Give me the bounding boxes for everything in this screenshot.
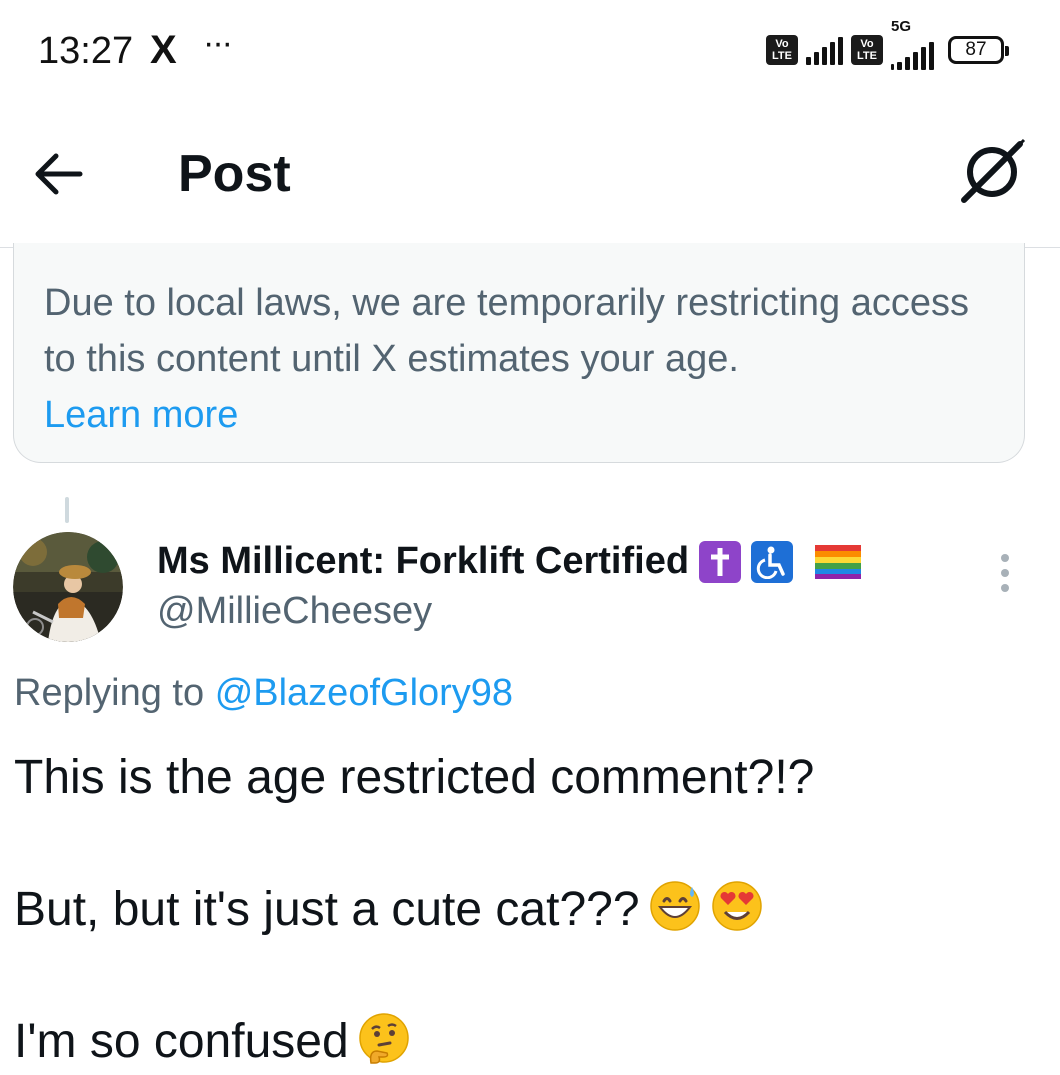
post-line-1: This is the age restricted comment?!?	[14, 751, 815, 804]
post-line-2-text: But, but it's just a cute cat???	[14, 883, 640, 936]
x-app-icon: X	[150, 28, 177, 72]
thinking-face-emoji	[358, 1013, 409, 1064]
avatar[interactable]	[13, 532, 123, 642]
battery-icon: 87	[948, 36, 1009, 64]
author-name-row: Ms Millicent: Forklift Certified	[157, 540, 862, 583]
grinning-face-with-sweat-emoji	[649, 881, 700, 931]
post-line-3: I'm so confused	[14, 1009, 1044, 1075]
wheelchair-symbol-emoji	[751, 540, 794, 583]
status-bar: 13:27 X ··· Vo LTE Vo LTE 5G 87	[0, 0, 1060, 100]
grok-icon[interactable]	[958, 138, 1026, 206]
latin-cross-emoji	[699, 540, 742, 583]
volte-icon: Vo LTE	[766, 35, 798, 65]
page-title: Post	[178, 145, 291, 203]
volte-icon-2: Vo LTE	[851, 35, 883, 65]
age-restriction-notice: Due to local laws, we are temporarily re…	[13, 243, 1025, 463]
more-options-icon[interactable]	[992, 554, 1018, 594]
replying-to-line: Replying to @BlazeofGlory98	[14, 672, 513, 715]
battery-level: 87	[965, 39, 987, 60]
mention-link[interactable]: @BlazeofGlory98	[215, 672, 513, 714]
post-header: Post	[0, 100, 1060, 248]
display-name[interactable]: Ms Millicent: Forklift Certified	[157, 540, 689, 583]
signal-5g-icon: 5G	[891, 18, 934, 70]
notification-overflow-icon: ···	[203, 24, 233, 62]
thread-connector-line	[65, 497, 69, 523]
post-line-3-text: I'm so confused	[14, 1015, 349, 1068]
replying-prefix: Replying to	[14, 672, 205, 714]
learn-more-link[interactable]: Learn more	[44, 387, 994, 443]
arrow-left-icon[interactable]	[30, 148, 86, 200]
status-indicators: Vo LTE Vo LTE 5G 87	[766, 18, 1009, 70]
rainbow-flag-emoji	[815, 544, 862, 579]
notice-text: Due to local laws, we are temporarily re…	[44, 282, 970, 380]
network-type: 5G	[891, 18, 912, 35]
user-handle[interactable]: @MillieCheesey	[157, 590, 432, 633]
smiling-face-with-heart-eyes-emoji	[711, 881, 762, 931]
signal-strength-icon	[806, 35, 843, 65]
status-time: 13:27	[38, 30, 134, 72]
post-line-2: But, but it's just a cute cat???	[14, 877, 1044, 943]
post-body: This is the age restricted comment?!? Bu…	[14, 745, 1044, 1075]
